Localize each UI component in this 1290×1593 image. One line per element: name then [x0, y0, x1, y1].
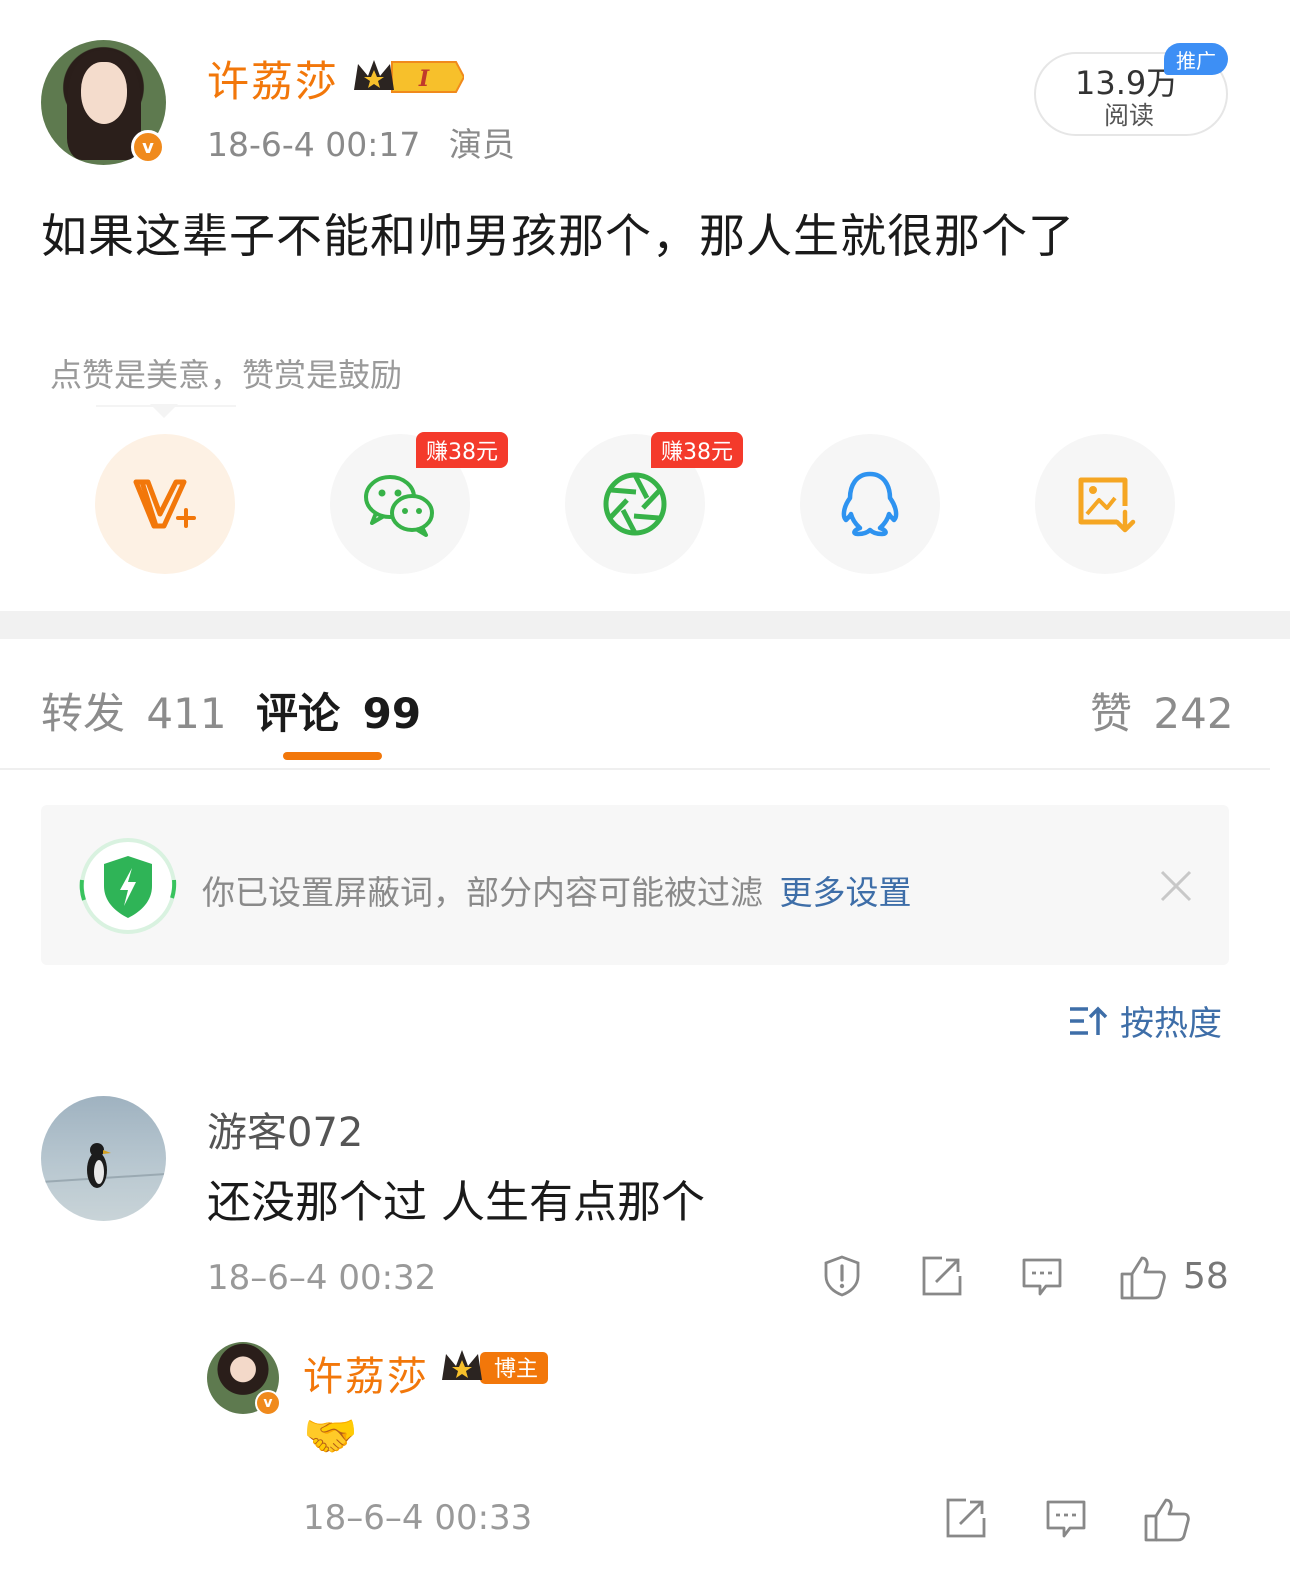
- tab-repost-count: 411: [146, 689, 227, 738]
- avatar-face: [81, 62, 127, 124]
- share-qq-button[interactable]: [800, 434, 940, 574]
- reply-time: 18–6–4 00:33: [303, 1498, 533, 1538]
- tip-pointer: [150, 404, 178, 418]
- moments-aperture-icon: [603, 472, 667, 536]
- tab-likes-count: 242: [1153, 689, 1234, 738]
- earn-tag-wechat: 赚38元: [416, 432, 508, 468]
- level-badge-text: I: [418, 66, 430, 92]
- reads-label: 阅读: [1104, 101, 1155, 130]
- post-time: 18-6-4 00:17: [207, 125, 421, 164]
- reply-like-icon[interactable]: [1142, 1496, 1192, 1544]
- sort-button[interactable]: 按热度: [1068, 996, 1222, 1045]
- qq-penguin-icon: [841, 471, 899, 537]
- reply-share-icon[interactable]: [944, 1496, 988, 1540]
- verified-badge-icon: v: [131, 130, 165, 164]
- commenter-name[interactable]: 游客072: [207, 1100, 363, 1158]
- tabs-divider: [0, 768, 1270, 770]
- sort-label: 按热度: [1120, 1004, 1222, 1044]
- reward-tip: 点赞是美意，赞赏是鼓励: [50, 356, 403, 394]
- comment-time: 18–6–4 00:32: [207, 1258, 437, 1298]
- share-comment-icon[interactable]: [920, 1254, 964, 1298]
- member-crown-icon: I: [354, 60, 464, 93]
- author-role: 演员: [448, 125, 515, 164]
- author-name[interactable]: 许荔莎: [207, 48, 339, 109]
- tab-comments-label: 评论: [256, 689, 341, 738]
- reward-button[interactable]: [95, 434, 235, 574]
- tab-likes[interactable]: 赞 242: [1090, 680, 1234, 741]
- tab-repost[interactable]: 转发 411: [41, 680, 227, 741]
- sort-icon: [1070, 1006, 1108, 1035]
- wechat-icon: [364, 475, 434, 537]
- more-settings-link[interactable]: 更多设置: [780, 873, 912, 912]
- commenter-avatar[interactable]: [41, 1096, 166, 1221]
- close-icon[interactable]: [1156, 866, 1196, 906]
- comment-text: 还没那个过 人生有点那个: [207, 1177, 705, 1228]
- promo-button[interactable]: 推广: [1164, 43, 1228, 75]
- shield-icon: [79, 838, 177, 934]
- report-icon[interactable]: [820, 1254, 864, 1298]
- reply-comment-icon-2[interactable]: [1044, 1496, 1088, 1540]
- filter-notice-text: 你已设置屏蔽词，部分内容可能被过滤 更多设置: [202, 866, 912, 914]
- save-image-button[interactable]: [1035, 434, 1175, 574]
- penguin-avatar-icon: [41, 1143, 166, 1188]
- reply-verified-badge-icon: v: [255, 1390, 281, 1416]
- like-icon[interactable]: [1118, 1254, 1168, 1302]
- tab-comments[interactable]: 评论 99: [256, 680, 421, 741]
- post-meta: 18-6-4 00:17 演员: [207, 118, 515, 166]
- reward-v-icon: [133, 479, 196, 529]
- active-tab-indicator: [283, 752, 382, 760]
- host-badge: 博主: [442, 1350, 548, 1384]
- post-content: 如果这辈子不能和帅男孩那个，那人生就很那个了: [41, 209, 1075, 263]
- save-image-icon: [1078, 477, 1136, 533]
- tab-comments-count: 99: [362, 689, 422, 738]
- host-badge-label: 博主: [494, 1357, 538, 1382]
- reply-author-name[interactable]: 许荔莎: [303, 1344, 429, 1402]
- like-count: 58: [1183, 1256, 1229, 1297]
- filter-notice-message: 你已设置屏蔽词，部分内容可能被过滤: [202, 873, 763, 912]
- section-divider: [0, 611, 1290, 639]
- tab-repost-label: 转发: [41, 689, 126, 738]
- reply-comment-icon[interactable]: [1020, 1254, 1064, 1298]
- tab-likes-label: 赞: [1090, 689, 1133, 738]
- earn-tag-moments: 赚38元: [651, 432, 743, 468]
- handshake-emoji-icon: 🤝: [303, 1411, 358, 1462]
